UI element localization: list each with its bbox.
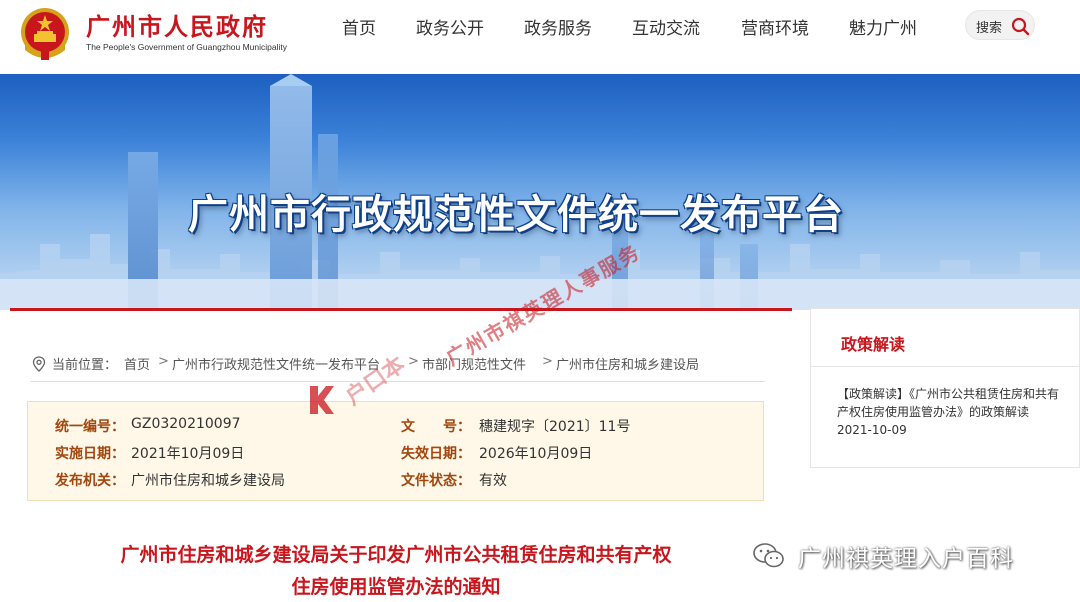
breadcrumb-item-housing-bureau[interactable]: 广州市住房和城乡建设局: [556, 354, 699, 373]
policy-interpretation-panel: 政策解读 【政策解读】《广州市公共租赁住房和共有产权住房使用监管办法》的政策解读…: [810, 308, 1080, 468]
nav-item-government-services[interactable]: 政务服务: [524, 14, 592, 39]
banner: 广州市行政规范性文件统一发布平台: [0, 74, 1080, 310]
document-title-line-1: 广州市住房和城乡建设局关于印发广州市公共租赁住房和共有产权: [120, 544, 672, 566]
serial-number-value: GZ0320210097: [131, 416, 241, 432]
document-status-value: 有效: [479, 473, 507, 489]
watermark-account-name: 广州祺英理入户百科: [798, 546, 1014, 572]
breadcrumb-separator: >: [158, 354, 169, 369]
site-subtitle: The People's Government of Guangzhou Mun…: [86, 42, 288, 52]
policy-interpretation-link[interactable]: 【政策解读】《广州市公共租赁住房和共有产权住房使用监管办法》的政策解读 2021…: [837, 385, 1069, 439]
breadcrumb-separator: >: [542, 354, 553, 369]
document-number-value: 穗建规字〔2021〕11号: [479, 419, 631, 435]
banner-title: 广州市行政规范性文件统一发布平台: [188, 192, 844, 238]
breadcrumb-prefix: 当前位置：: [52, 358, 118, 373]
issuing-authority-value: 广州市住房和城乡建设局: [131, 473, 285, 489]
breadcrumb-item-platform[interactable]: 广州市行政规范性文件统一发布平台: [172, 354, 380, 373]
effective-date-value: 2021年10月09日: [131, 446, 245, 462]
nav-item-charming-guangzhou[interactable]: 魅力广州: [849, 14, 917, 39]
issuing-authority-label: 发布机关：: [55, 473, 125, 489]
nav-item-government-affairs[interactable]: 政务公开: [416, 14, 484, 39]
effective-date-label: 实施日期：: [55, 446, 125, 462]
watermark-logo-icon: [310, 386, 334, 414]
site-header: 广州市人民政府 The People's Government of Guang…: [0, 0, 1080, 74]
document-number-label: 文 号：: [401, 419, 471, 435]
document-status-label: 文件状态：: [401, 473, 471, 489]
policy-interpretation-title: 政策解读: [841, 335, 906, 354]
expiry-date-label: 失效日期：: [401, 446, 471, 462]
expiry-date-value: 2026年10月09日: [479, 446, 593, 462]
search-icon: [1011, 17, 1030, 36]
serial-number-label: 统一编号：: [55, 419, 125, 435]
location-pin-icon: [32, 356, 46, 372]
site-title[interactable]: 广州市人民政府: [86, 7, 268, 42]
nav-item-business-environment[interactable]: 营商环境: [741, 14, 809, 39]
page: 广州市人民政府 The People's Government of Guang…: [0, 0, 1080, 602]
wechat-icon: [753, 543, 784, 568]
breadcrumb-item-home[interactable]: 首页: [124, 354, 150, 373]
search-button[interactable]: 搜索: [965, 10, 1035, 40]
nav-item-interaction[interactable]: 互动交流: [632, 14, 700, 39]
nav-item-home[interactable]: 首页: [342, 14, 376, 39]
divider: [811, 366, 1080, 367]
search-label: 搜索: [976, 21, 1003, 36]
breadcrumb-separator: >: [408, 354, 419, 369]
document-title-line-2: 住房使用监管办法的通知: [291, 576, 501, 598]
national-emblem-icon[interactable]: [15, 4, 75, 64]
